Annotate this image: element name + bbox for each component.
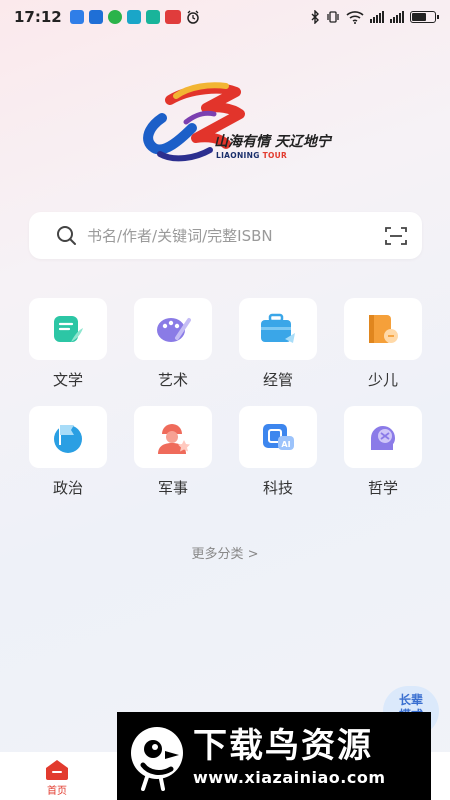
status-time: 17:12 xyxy=(14,8,62,26)
category-label: 文学 xyxy=(52,371,83,389)
category-label: 军事 xyxy=(157,479,188,497)
signal-icon xyxy=(390,11,404,23)
status-bar: 17:12 xyxy=(0,0,450,34)
notification-icons xyxy=(69,10,200,24)
elder-mode-label-1: 长辈 xyxy=(398,693,423,707)
xiazainiao-watermark: 下载鸟资源 www.xiazainiao.com xyxy=(117,712,431,800)
category-business[interactable]: 经管 xyxy=(239,298,317,390)
category-label: 少儿 xyxy=(367,371,398,389)
app-blue-icon xyxy=(69,10,84,24)
watermark-title: 下载鸟资源 xyxy=(193,725,373,766)
alarm-icon xyxy=(187,10,199,24)
logo-en-text: LIAONING TOUR xyxy=(216,151,288,160)
battery-icon xyxy=(410,11,439,23)
category-philosophy[interactable]: 哲学 xyxy=(344,406,422,498)
search-icon xyxy=(57,226,76,245)
scan-icon[interactable] xyxy=(384,225,408,247)
logo-cn-text: 山海有情 天辽地宁 xyxy=(214,134,331,150)
category-art[interactable]: 艺术 xyxy=(134,298,212,390)
svg-text:AI: AI xyxy=(281,440,290,449)
app-red-icon xyxy=(164,10,181,24)
home-icon xyxy=(46,760,68,780)
category-label: 科技 xyxy=(262,479,293,497)
flag-icon xyxy=(54,425,82,453)
category-politics[interactable]: 政治 xyxy=(29,406,107,498)
tab-home[interactable]: 首页 xyxy=(27,758,87,797)
signal-icon xyxy=(370,11,384,23)
search-bar[interactable] xyxy=(29,212,422,259)
category-literature[interactable]: 文学 xyxy=(29,298,107,390)
category-label: 经管 xyxy=(262,371,293,389)
category-technology[interactable]: AI 科技 xyxy=(239,406,317,498)
app-teal-icon xyxy=(145,10,160,24)
watermark-url: www.xiazainiao.com xyxy=(193,767,386,787)
children-book-icon xyxy=(369,315,398,343)
category-military[interactable]: 军事 xyxy=(134,406,212,498)
category-label: 哲学 xyxy=(367,479,398,497)
app-blue-icon xyxy=(88,10,103,24)
brain-head-icon xyxy=(371,426,395,450)
literature-icon xyxy=(54,316,83,342)
wifi-icon xyxy=(346,10,364,24)
wechat-icon xyxy=(107,10,122,24)
message-icon xyxy=(126,10,141,24)
vibrate-icon xyxy=(327,11,339,23)
ai-tech-icon: AI xyxy=(263,424,294,450)
liaoning-tour-logo: 山海有情 天辽地宁 LIAONING TOUR xyxy=(140,78,331,170)
bluetooth-icon xyxy=(311,10,319,24)
category-label: 政治 xyxy=(52,479,83,497)
more-categories-link[interactable]: 更多分类 > xyxy=(0,543,450,562)
tab-label: 首页 xyxy=(47,786,67,797)
status-right xyxy=(310,10,439,24)
search-input[interactable] xyxy=(87,226,384,245)
category-children[interactable]: 少儿 xyxy=(344,298,422,390)
soldier-icon xyxy=(158,424,190,454)
category-label: 艺术 xyxy=(157,371,188,389)
bird-logo-icon xyxy=(131,727,183,791)
briefcase-icon xyxy=(261,313,295,343)
art-palette-icon xyxy=(157,318,191,342)
